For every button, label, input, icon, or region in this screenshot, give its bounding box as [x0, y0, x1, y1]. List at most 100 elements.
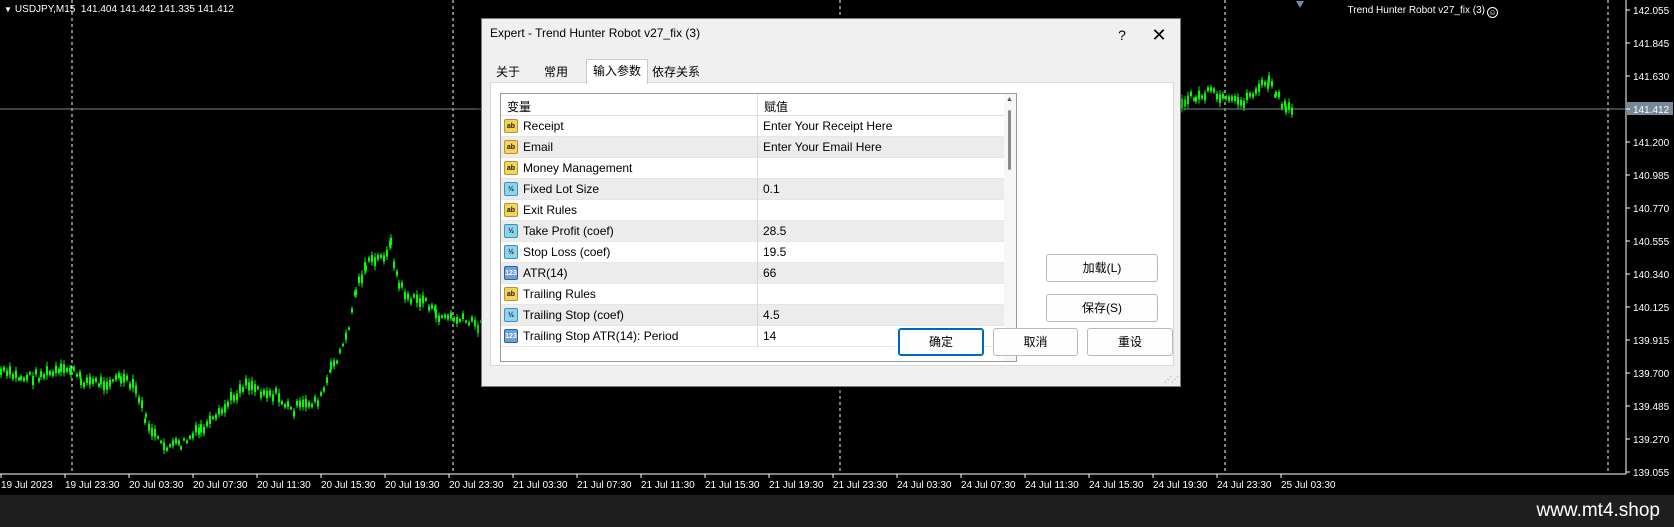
table-row[interactable]: ½ Stop Loss (coef) 19.5: [501, 242, 1004, 263]
table-header: 变量 赋值: [501, 94, 1004, 116]
candle-body: [386, 249, 388, 257]
price-label: 139.270: [1633, 435, 1670, 446]
candle-body: [351, 308, 353, 313]
candle-body: [374, 257, 376, 267]
column-header-variable[interactable]: 变量: [507, 98, 531, 115]
candle-body: [163, 442, 165, 451]
candle-body: [462, 313, 464, 319]
candle-body: [169, 444, 171, 447]
candle-body: [100, 377, 102, 385]
price-label: 140.770: [1633, 204, 1670, 215]
candle-body: [215, 414, 217, 419]
expert-advisor-label[interactable]: Trend Hunter Robot v27_fix (3) ☺: [1348, 5, 1498, 18]
double-type-icon: ½: [504, 182, 518, 196]
close-button[interactable]: ✕: [1146, 23, 1172, 47]
table-row[interactable]: ½ Fixed Lot Size 0.1: [501, 179, 1004, 200]
tab-dependencies[interactable]: 依存关系: [646, 61, 706, 83]
param-value[interactable]: 66: [763, 266, 776, 280]
param-value[interactable]: Enter Your Email Here: [763, 140, 882, 154]
string-type-icon: ab: [504, 140, 518, 154]
candle-body: [1249, 92, 1251, 97]
candle-body: [43, 374, 45, 379]
symbol-info: USDJPY,M15: [14, 4, 76, 15]
candle-body: [35, 369, 37, 375]
table-row[interactable]: 123 ATR(14) 66: [501, 263, 1004, 284]
candle-body: [471, 316, 473, 322]
candle-body: [296, 400, 298, 406]
candle-body: [401, 282, 403, 288]
candle-body: [118, 373, 120, 379]
table-row[interactable]: ab Receipt Enter Your Receipt Here: [501, 116, 1004, 137]
integer-type-icon: 123: [504, 266, 518, 280]
column-divider: [757, 242, 758, 263]
chart-menu-triangle-icon[interactable]: ▼: [4, 5, 12, 14]
candle-body: [465, 320, 467, 323]
vertical-scrollbar[interactable]: ▲: [1004, 94, 1016, 361]
tab-common[interactable]: 常用: [538, 61, 574, 83]
candle-body: [1234, 96, 1236, 102]
candle-body: [361, 274, 363, 284]
candle-body: [345, 332, 347, 340]
save-button[interactable]: 保存(S): [1046, 294, 1158, 322]
candle-body: [157, 436, 159, 439]
candle-body: [1181, 98, 1183, 108]
candle-body: [52, 371, 54, 376]
candle-body: [106, 381, 108, 390]
scrollbar-thumb[interactable]: [1008, 110, 1011, 170]
time-label: 20 Jul 07:30: [193, 480, 248, 491]
resize-grip-icon[interactable]: ⋰⋰: [1164, 375, 1179, 384]
string-type-icon: ab: [504, 161, 518, 175]
candle-body: [1281, 104, 1283, 109]
param-value[interactable]: 28.5: [763, 224, 786, 238]
parameters-table[interactable]: 变量 赋值 ab Receipt Enter Your Receipt Here ab…: [500, 93, 1017, 362]
candle-body: [76, 373, 78, 377]
tab-about[interactable]: 关于: [490, 61, 526, 83]
tab-inputs[interactable]: 输入参数: [586, 59, 649, 84]
smiley-icon: ☺: [1487, 7, 1498, 18]
candle-body: [209, 415, 211, 424]
column-divider[interactable]: [757, 94, 758, 116]
table-row[interactable]: ½ Trailing Stop (coef) 4.5: [501, 305, 1004, 326]
ok-button[interactable]: 确定: [898, 328, 984, 356]
table-row[interactable]: ½ Take Profit (coef) 28.5: [501, 221, 1004, 242]
param-value[interactable]: 4.5: [763, 308, 780, 322]
candle-body: [9, 366, 11, 375]
table-row[interactable]: ab Exit Rules: [501, 200, 1004, 221]
candle-body: [1288, 102, 1290, 110]
candle-body: [12, 374, 14, 379]
candle-body: [447, 315, 449, 320]
parameter-rows: ab Receipt Enter Your Receipt Here ab Email E…: [501, 116, 1004, 347]
price-label: 140.555: [1633, 237, 1670, 248]
reset-button[interactable]: 重设: [1087, 328, 1173, 356]
price-label: 141.200: [1633, 138, 1670, 149]
table-row[interactable]: ab Money Management: [501, 158, 1004, 179]
param-name: Stop Loss (coef): [523, 245, 611, 259]
candle-body: [6, 370, 8, 377]
candle-body: [1261, 79, 1263, 86]
load-button[interactable]: 加载(L): [1046, 254, 1158, 282]
trade-marker-icon: [1296, 1, 1304, 8]
scroll-up-arrow-icon[interactable]: ▲: [1006, 96, 1013, 103]
candle-body: [186, 440, 188, 444]
table-row[interactable]: ab Email Enter Your Email Here: [501, 137, 1004, 158]
candle-body: [428, 306, 430, 311]
column-divider: [757, 326, 758, 347]
candle-body: [126, 375, 128, 381]
candle-body: [1240, 99, 1242, 106]
param-value[interactable]: Enter Your Receipt Here: [763, 119, 892, 133]
candle-body: [251, 381, 253, 391]
param-name: Email: [523, 140, 554, 154]
cancel-button[interactable]: 取消: [993, 328, 1078, 356]
column-header-value[interactable]: 赋值: [764, 98, 788, 115]
table-row[interactable]: ab Trailing Rules: [501, 284, 1004, 305]
candle-body: [314, 396, 316, 402]
candle-body: [281, 401, 283, 405]
candle-body: [151, 427, 153, 437]
candle-body: [269, 390, 271, 396]
param-value[interactable]: 14: [763, 329, 776, 343]
help-button[interactable]: ?: [1110, 23, 1134, 47]
candle-body: [1246, 92, 1248, 100]
param-value[interactable]: 0.1: [763, 182, 780, 196]
column-divider: [757, 221, 758, 242]
param-value[interactable]: 19.5: [763, 245, 786, 259]
